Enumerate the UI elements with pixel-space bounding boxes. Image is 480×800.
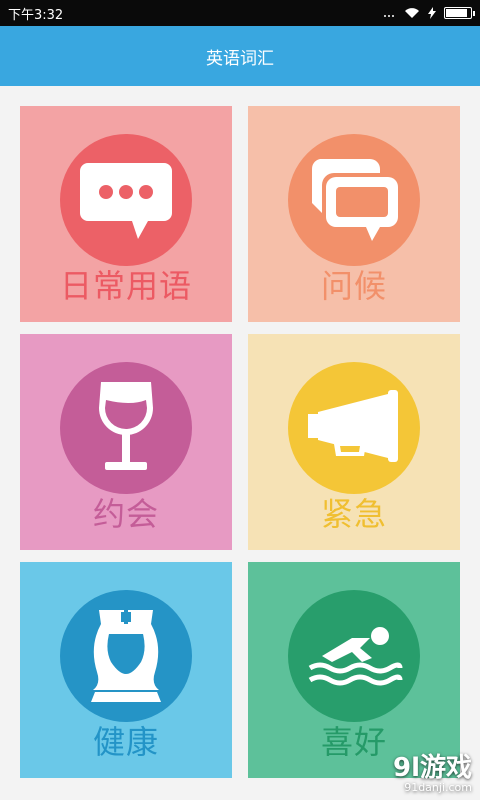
tile-label: 约会 (92, 495, 159, 533)
wine-glass-icon (99, 382, 153, 470)
tile-label: 健康 (92, 723, 159, 761)
status-icons (382, 7, 475, 19)
watermark-url: 91danji.com (404, 781, 472, 794)
tile-icon-circle (60, 134, 192, 266)
tile-daily-phrases[interactable]: 日常用语 (20, 106, 232, 322)
tile-health[interactable]: 健康 (20, 562, 232, 778)
megaphone-icon (308, 390, 398, 462)
tile-icon-circle (288, 590, 420, 722)
tile-label: 紧急 (320, 495, 387, 533)
speech-bubbles-icon (311, 159, 398, 241)
chat-dots-icon (80, 163, 172, 239)
watermark-logo-text: 9l游戏 (392, 753, 472, 783)
tile-label: 问候 (320, 267, 387, 305)
tile-icon-circle (288, 134, 420, 266)
category-grid: 日常用语 问候 约会 紧急 健康 喜好 (20, 106, 460, 800)
nurse-icon (91, 610, 161, 702)
tile-greetings[interactable]: 问候 (248, 106, 460, 322)
tile-icon-circle (288, 362, 420, 494)
tile-icon-circle (60, 590, 192, 722)
tile-hobbies[interactable]: 喜好 (248, 562, 460, 778)
tile-dating[interactable]: 约会 (20, 334, 232, 550)
wifi-icon (405, 8, 419, 18)
signal-icon (384, 15, 394, 17)
app-bar: 英语词汇 (0, 26, 480, 86)
swimmer-icon (308, 627, 403, 686)
tile-emergency[interactable]: 紧急 (248, 334, 460, 550)
tile-icon-circle (60, 362, 192, 494)
watermark: 9l游戏 91danji.com (393, 754, 472, 794)
status-time: 下午3:32 (8, 7, 64, 23)
tile-label: 日常用语 (59, 267, 192, 305)
charging-icon (428, 7, 436, 19)
status-bar: 下午3:32 (0, 0, 480, 26)
app-title: 英语词汇 (206, 48, 274, 69)
battery-icon (444, 7, 475, 19)
